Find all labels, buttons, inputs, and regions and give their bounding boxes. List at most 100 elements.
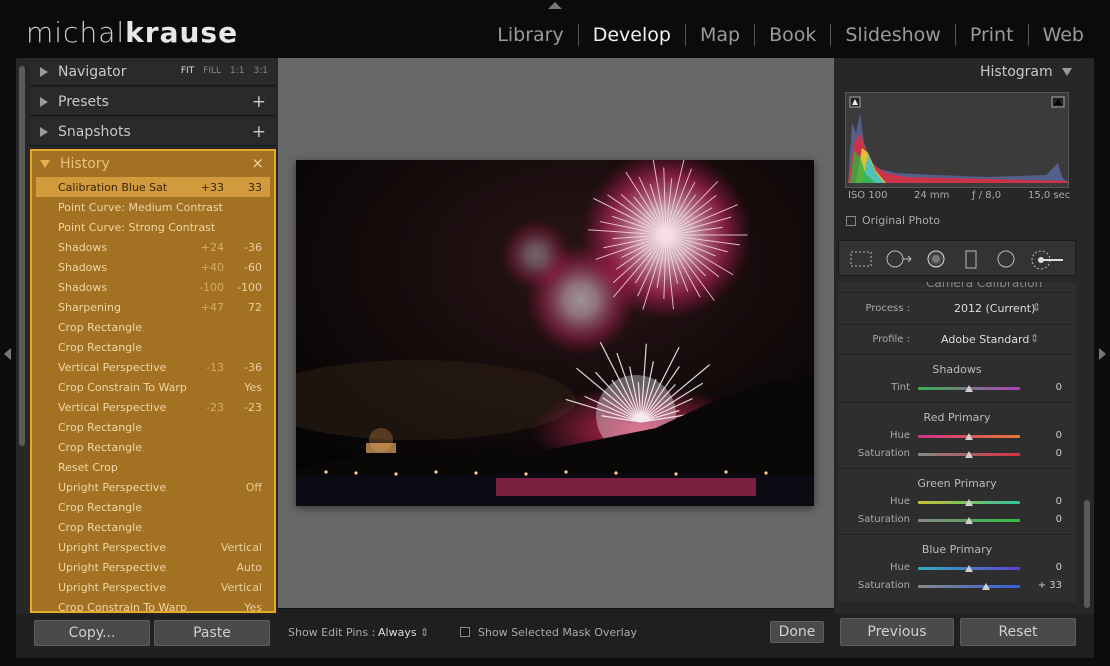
history-item[interactable]: Crop Constrain To Warp Yes: [36, 597, 270, 612]
history-item-change: -13: [206, 360, 224, 374]
history-item[interactable]: Vertical Perspective -13 -36: [36, 357, 270, 377]
mask-overlay-checkbox[interactable]: [460, 627, 470, 637]
history-item[interactable]: Crop Rectangle: [36, 437, 270, 457]
green-saturation-label: Saturation: [857, 514, 910, 525]
select-arrows-icon[interactable]: ⇕: [1032, 301, 1041, 314]
history-item[interactable]: Vertical Perspective -23 -23: [36, 397, 270, 417]
slider-thumb[interactable]: [965, 565, 973, 572]
history-item-value: Auto: [236, 560, 262, 574]
add-snapshot-icon[interactable]: +: [252, 122, 266, 142]
blue-hue-value[interactable]: 0: [1056, 562, 1062, 573]
slider-thumb[interactable]: [981, 583, 990, 590]
navigator-header[interactable]: Navigator FIT FILL 1:1 3:1: [30, 58, 276, 86]
red-eye-icon[interactable]: [925, 250, 947, 268]
history-item[interactable]: Crop Rectangle: [36, 517, 270, 537]
adjustment-brush-icon[interactable]: [1029, 250, 1065, 270]
profile-select[interactable]: Adobe Standard: [941, 333, 1029, 346]
collapse-top-arrow-icon[interactable]: [548, 2, 562, 9]
history-item[interactable]: Upright Perspective Vertical: [36, 537, 270, 557]
history-panel: History × Calibration Blue Sat +33 33 Point…: [30, 149, 276, 613]
history-item[interactable]: Crop Rectangle: [36, 317, 270, 337]
copy-button[interactable]: Copy...: [34, 620, 150, 646]
history-item-label: Upright Perspective: [58, 480, 167, 494]
camera-calibration-title[interactable]: Camera Calibration: [926, 282, 1042, 290]
camera-calibration-panel: Camera Calibration Process : 2012 (Curre…: [838, 282, 1076, 602]
filmstrip-edge[interactable]: [0, 658, 1110, 666]
history-item[interactable]: Shadows -100 -100: [36, 277, 270, 297]
done-button[interactable]: Done: [770, 621, 824, 643]
edit-pins-select[interactable]: Always: [378, 626, 417, 639]
fireworks-photo[interactable]: [296, 160, 814, 506]
green-saturation-value[interactable]: 0: [1056, 514, 1062, 525]
right-panel-scrollbar[interactable]: [1084, 500, 1090, 608]
history-item-label: Vertical Perspective: [58, 400, 167, 414]
blue-hue-label: Hue: [889, 562, 910, 573]
module-book[interactable]: Book: [755, 24, 830, 46]
slider-thumb[interactable]: [965, 433, 973, 440]
original-photo-checkbox[interactable]: [846, 215, 856, 226]
history-item-label: Crop Rectangle: [58, 320, 142, 334]
slider-thumb[interactable]: [965, 385, 973, 392]
paste-button[interactable]: Paste: [154, 620, 270, 646]
select-arrows-icon[interactable]: ⇕: [420, 626, 429, 639]
zoom-fill[interactable]: FILL: [203, 66, 221, 76]
previous-button[interactable]: Previous: [840, 618, 954, 646]
history-item[interactable]: Crop Rectangle: [36, 417, 270, 437]
histogram-collapse-icon[interactable]: [1062, 68, 1072, 76]
spot-removal-icon[interactable]: [885, 250, 913, 268]
module-print[interactable]: Print: [956, 24, 1028, 46]
tint-value[interactable]: 0: [1056, 382, 1062, 393]
history-item-label: Vertical Perspective: [58, 360, 167, 374]
slider-thumb[interactable]: [965, 499, 973, 506]
history-header[interactable]: History ×: [32, 151, 274, 177]
collapse-right-arrow-icon[interactable]: [1099, 348, 1106, 360]
history-item[interactable]: Calibration Blue Sat +33 33: [36, 177, 270, 197]
select-arrows-icon[interactable]: ⇕: [1030, 332, 1039, 345]
history-item[interactable]: Sharpening +47 72: [36, 297, 270, 317]
red-saturation-value[interactable]: 0: [1056, 448, 1062, 459]
zoom-3-1[interactable]: 3:1: [254, 66, 268, 76]
history-item-label: Shadows: [58, 260, 108, 274]
clear-history-icon[interactable]: ×: [251, 154, 264, 172]
reset-button[interactable]: Reset: [960, 618, 1076, 646]
green-hue-value[interactable]: 0: [1056, 496, 1062, 507]
history-item[interactable]: Upright Perspective Auto: [36, 557, 270, 577]
history-item[interactable]: Crop Constrain To Warp Yes: [36, 377, 270, 397]
history-item[interactable]: Upright Perspective Vertical: [36, 577, 270, 597]
snapshots-header[interactable]: Snapshots +: [30, 118, 276, 146]
module-map[interactable]: Map: [686, 24, 754, 46]
graduated-filter-icon[interactable]: [963, 250, 979, 270]
add-preset-icon[interactable]: +: [252, 92, 266, 112]
presets-header[interactable]: Presets +: [30, 88, 276, 116]
histogram-title[interactable]: Histogram: [980, 64, 1053, 80]
module-slideshow[interactable]: Slideshow: [831, 24, 954, 46]
history-item-label: Crop Rectangle: [58, 440, 142, 454]
history-item[interactable]: Reset Crop: [36, 457, 270, 477]
history-item[interactable]: Crop Rectangle: [36, 497, 270, 517]
zoom-fit[interactable]: FIT: [181, 66, 194, 76]
history-item-label: Calibration Blue Sat: [58, 180, 168, 194]
red-hue-value[interactable]: 0: [1056, 430, 1062, 441]
blue-saturation-slider[interactable]: [918, 585, 1020, 588]
process-select[interactable]: 2012 (Current): [954, 302, 1035, 315]
history-item[interactable]: Upright Perspective Off: [36, 477, 270, 497]
history-item[interactable]: Point Curve: Medium Contrast: [36, 197, 270, 217]
history-item[interactable]: Shadows +24 -36: [36, 237, 270, 257]
module-web[interactable]: Web: [1029, 24, 1098, 46]
slider-thumb[interactable]: [965, 451, 973, 458]
histogram[interactable]: [845, 92, 1069, 188]
left-panel-scrollbar[interactable]: [19, 66, 25, 446]
slider-thumb[interactable]: [965, 517, 973, 524]
module-library[interactable]: Library: [483, 24, 577, 46]
collapse-left-arrow-icon[interactable]: [4, 348, 11, 360]
original-photo-toggle[interactable]: Original Photo: [846, 214, 940, 227]
blue-saturation-value[interactable]: + 33: [1038, 580, 1062, 591]
module-develop[interactable]: Develop: [579, 24, 685, 46]
history-item[interactable]: Shadows +40 -60: [36, 257, 270, 277]
radial-filter-icon[interactable]: [995, 250, 1017, 268]
history-item[interactable]: Point Curve: Strong Contrast: [36, 217, 270, 237]
crop-overlay-icon[interactable]: [849, 250, 873, 268]
history-item[interactable]: Crop Rectangle: [36, 337, 270, 357]
zoom-1-1[interactable]: 1:1: [230, 66, 244, 76]
history-item-change: +40: [200, 260, 224, 274]
